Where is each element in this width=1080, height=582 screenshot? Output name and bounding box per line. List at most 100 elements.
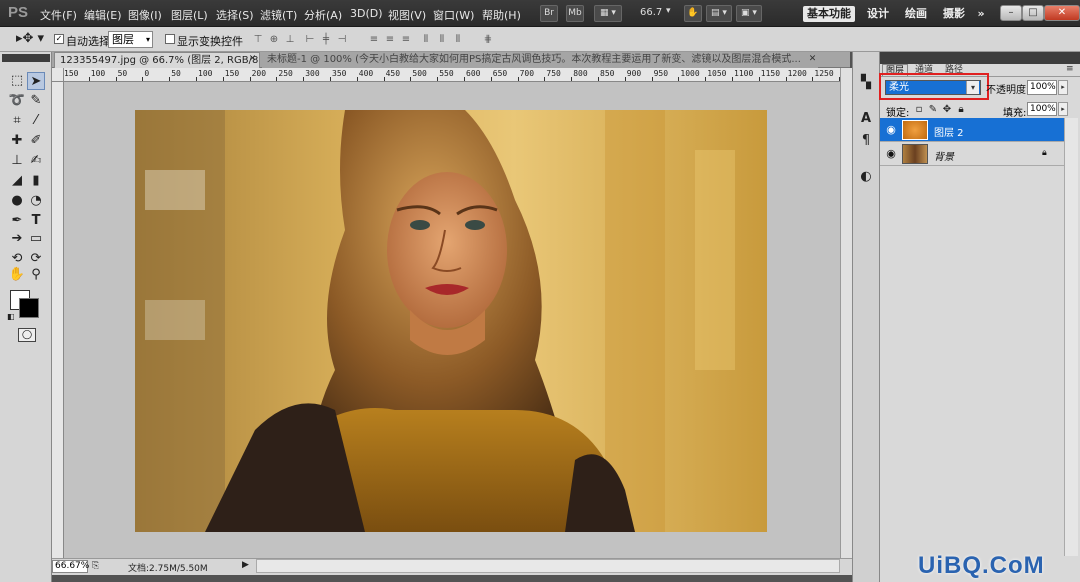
hand-zoom-icon[interactable]: ✋ bbox=[684, 5, 702, 22]
shape-tool-icon[interactable]: ▭ bbox=[27, 230, 45, 248]
layer-name[interactable]: 背景 bbox=[934, 148, 954, 163]
portrait-photo bbox=[135, 110, 767, 532]
arrange-documents-icon[interactable]: ▤ ▾ bbox=[706, 5, 732, 22]
eyedropper-tool-icon[interactable]: ⁄ bbox=[27, 112, 45, 130]
quick-mask-icon[interactable]: ◯ bbox=[18, 328, 36, 342]
zoom-dropdown-icon[interactable]: ▾ bbox=[666, 6, 671, 16]
brush-tool-icon[interactable]: ✐ bbox=[27, 132, 45, 150]
menu-layer[interactable]: 图层(L) bbox=[171, 7, 208, 23]
align-bottom-icon[interactable]: ⊥ bbox=[284, 34, 296, 45]
paragraph-panel-icon[interactable]: ¶ bbox=[857, 132, 875, 150]
minimize-button[interactable]: – bbox=[1000, 5, 1022, 21]
menu-filter[interactable]: 滤镜(T) bbox=[260, 7, 297, 23]
visibility-eye-icon[interactable]: ◉ bbox=[882, 142, 900, 166]
fill-field[interactable]: 100% bbox=[1027, 102, 1057, 116]
quick-select-tool-icon[interactable]: ✎ bbox=[27, 92, 45, 110]
crop-tool-icon[interactable]: ⌗ bbox=[8, 112, 26, 130]
dodge-tool-icon[interactable]: ◔ bbox=[27, 192, 45, 210]
history-panel-icon[interactable]: ▚ bbox=[857, 74, 875, 92]
menu-file[interactable]: 文件(F) bbox=[40, 7, 77, 23]
menu-select[interactable]: 选择(S) bbox=[216, 7, 254, 23]
visibility-eye-icon[interactable]: ◉ bbox=[882, 118, 900, 142]
screen-mode-icon[interactable]: ▣ ▾ bbox=[736, 5, 762, 22]
show-transform-checkbox[interactable] bbox=[165, 34, 175, 44]
opacity-field[interactable]: 100% bbox=[1027, 80, 1057, 95]
layer-thumbnail bbox=[902, 120, 928, 140]
background-color-swatch[interactable] bbox=[19, 298, 39, 318]
lock-pixels-icon[interactable]: ✎ bbox=[928, 104, 938, 115]
layer-name[interactable]: 图层 2 bbox=[934, 124, 964, 139]
workspace-essentials[interactable]: 基本功能 bbox=[803, 6, 855, 22]
workspace-more-icon[interactable]: » bbox=[972, 6, 990, 22]
mini-bridge-button[interactable]: Mb bbox=[566, 5, 584, 22]
distribute-top-icon[interactable]: ≡ bbox=[368, 34, 380, 45]
auto-select-target-select[interactable]: 图层 ▾ bbox=[108, 31, 153, 48]
gradient-tool-icon[interactable]: ▮ bbox=[27, 172, 45, 190]
status-zoom-field[interactable]: 66.67% bbox=[52, 560, 89, 573]
align-vcenter-icon[interactable]: ⊕ bbox=[268, 34, 280, 45]
lock-position-icon[interactable]: ✥ bbox=[942, 104, 952, 115]
distribute-hcenter-icon[interactable]: ⦀ bbox=[436, 34, 448, 45]
layer-row[interactable]: ◉ 背景 🔒︎ bbox=[880, 142, 1064, 166]
menu-edit[interactable]: 编辑(E) bbox=[84, 7, 122, 23]
workspace-photography[interactable]: 摄影 bbox=[942, 6, 966, 22]
hand-tool-icon[interactable]: ✋ bbox=[8, 266, 26, 284]
distribute-bottom-icon[interactable]: ≡ bbox=[400, 34, 412, 45]
distribute-right-icon[interactable]: ⦀ bbox=[452, 34, 464, 45]
align-hcenter-icon[interactable]: ╪ bbox=[320, 34, 332, 45]
lasso-tool-icon[interactable]: ➰ bbox=[8, 92, 26, 110]
menu-image[interactable]: 图像(I) bbox=[128, 7, 162, 23]
auto-align-icon[interactable]: ⋕ bbox=[482, 34, 494, 45]
eraser-tool-icon[interactable]: ◢ bbox=[8, 172, 26, 190]
restore-button[interactable]: □ bbox=[1022, 5, 1044, 21]
align-top-icon[interactable]: ⊤ bbox=[252, 34, 264, 45]
vertical-scrollbar[interactable] bbox=[840, 68, 852, 558]
zoom-tool-icon[interactable]: ⚲ bbox=[27, 266, 45, 284]
view-extras-icon[interactable]: ▦ ▾ bbox=[594, 5, 622, 22]
zoom-level[interactable]: 66.7 bbox=[640, 7, 662, 18]
tab-document-1[interactable]: 123355497.jpg @ 66.7% (图层 2, RGB/8) * bbox=[54, 52, 260, 68]
opacity-slider-icon[interactable]: ▸ bbox=[1058, 80, 1068, 95]
distribute-left-icon[interactable]: ⦀ bbox=[420, 34, 432, 45]
workspace-design[interactable]: 设计 bbox=[866, 6, 890, 22]
fill-slider-icon[interactable]: ▸ bbox=[1058, 102, 1068, 116]
default-colors-icon[interactable]: ◧ bbox=[7, 312, 15, 321]
auto-select-checkbox[interactable]: ✓ bbox=[54, 34, 64, 44]
align-left-icon[interactable]: ⊢ bbox=[304, 34, 316, 45]
menu-view[interactable]: 视图(V) bbox=[388, 7, 426, 23]
panel-menu-icon[interactable]: ≡ bbox=[1066, 64, 1074, 74]
lock-transparency-icon[interactable]: ▫ bbox=[914, 104, 924, 115]
workspace-painting[interactable]: 绘画 bbox=[904, 6, 928, 22]
pen-tool-icon[interactable]: ✒ bbox=[8, 212, 26, 230]
type-tool-icon[interactable]: T bbox=[27, 212, 45, 230]
menu-analysis[interactable]: 分析(A) bbox=[304, 7, 342, 23]
marquee-tool-icon[interactable]: ⬚ bbox=[8, 72, 26, 90]
close-icon[interactable]: ✕ bbox=[808, 55, 817, 64]
align-right-icon[interactable]: ⊣ bbox=[336, 34, 348, 45]
adjustments-panel-icon[interactable]: ◐ bbox=[857, 168, 875, 186]
move-tool-preset-icon[interactable]: ▸✥ ▾ bbox=[16, 31, 44, 46]
menu-3d[interactable]: 3D(D) bbox=[350, 7, 383, 20]
distribute-vcenter-icon[interactable]: ≡ bbox=[384, 34, 396, 45]
status-info-icon[interactable]: ⎘ bbox=[92, 561, 99, 571]
tab-document-2[interactable]: 未标题-1 @ 100% (今天小白教给大家如何用PS搞定古风调色技巧。本次教程… bbox=[262, 52, 818, 68]
layer-row[interactable]: ◉ 图层 2 bbox=[880, 118, 1064, 142]
ruler-origin[interactable] bbox=[52, 68, 64, 82]
layers-scrollbar[interactable] bbox=[1064, 118, 1078, 556]
document-image[interactable] bbox=[135, 110, 767, 532]
healing-brush-icon[interactable]: ✚ bbox=[8, 132, 26, 150]
horizontal-scrollbar[interactable] bbox=[256, 559, 840, 573]
character-panel-icon[interactable]: A bbox=[857, 110, 875, 128]
menu-help[interactable]: 帮助(H) bbox=[482, 7, 521, 23]
lock-all-icon[interactable]: 🔒︎ bbox=[956, 104, 966, 115]
bridge-button[interactable]: Br bbox=[540, 5, 558, 22]
blur-tool-icon[interactable]: ● bbox=[8, 192, 26, 210]
close-button[interactable]: ✕ bbox=[1044, 5, 1080, 21]
move-tool-icon[interactable]: ➤ bbox=[27, 72, 45, 90]
clone-stamp-icon[interactable]: ⊥ bbox=[8, 152, 26, 170]
close-icon[interactable]: ✕ bbox=[248, 55, 257, 64]
status-menu-icon[interactable]: ▶ bbox=[242, 560, 249, 570]
history-brush-icon[interactable]: ✍ bbox=[27, 152, 45, 170]
menu-window[interactable]: 窗口(W) bbox=[433, 7, 474, 23]
path-select-tool-icon[interactable]: ➔ bbox=[8, 230, 26, 248]
